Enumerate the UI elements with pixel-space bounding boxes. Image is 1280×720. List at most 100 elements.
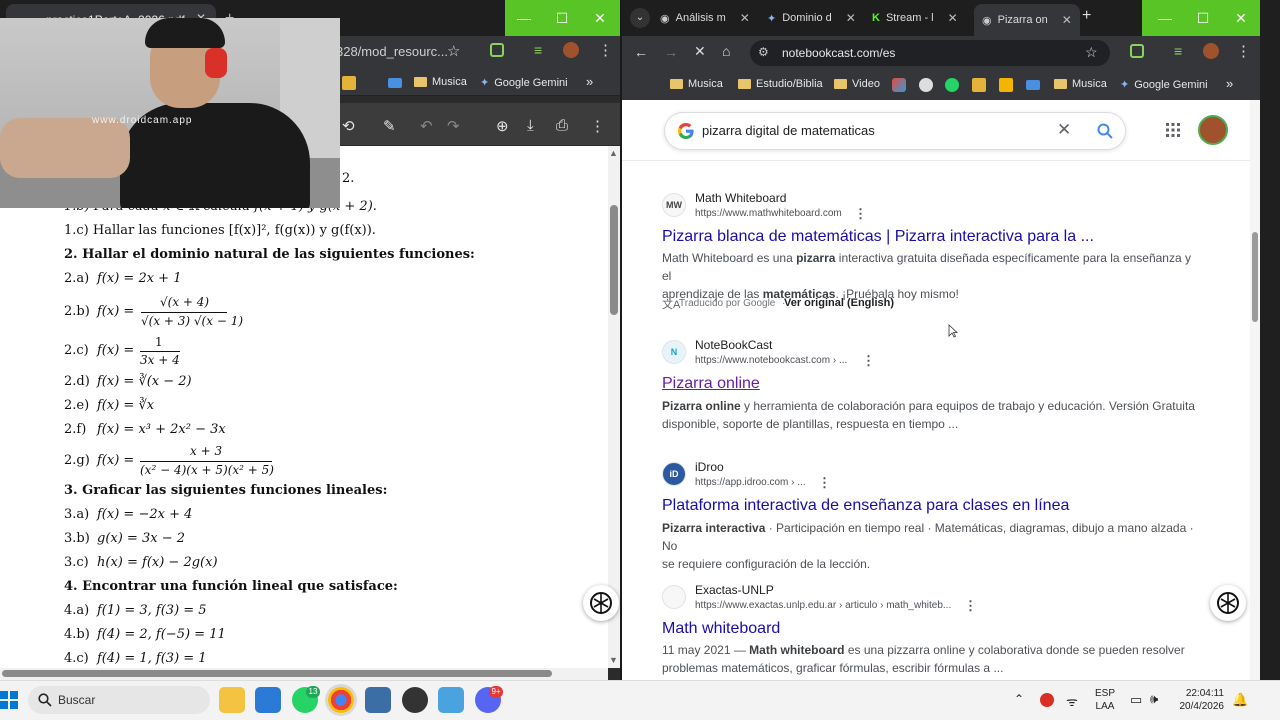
pdf-menu-icon[interactable]: ⋮ <box>590 117 605 135</box>
more-bookmarks-icon[interactable]: » <box>1226 76 1233 91</box>
tab-dominio[interactable]: ✦ Dominio d ✕ <box>767 4 856 32</box>
assistant-button[interactable] <box>1210 585 1246 621</box>
print-icon[interactable]: ⎙ <box>556 117 568 134</box>
volume-icon[interactable]: 🕪 <box>1150 691 1158 707</box>
redo-icon[interactable]: ↷ <box>447 117 460 135</box>
result-more-icon[interactable]: ⋮ <box>854 206 867 222</box>
tray-chevron-icon[interactable]: ⌃ <box>1014 692 1024 706</box>
input-language[interactable]: ESP LAA <box>1090 687 1120 713</box>
computer-icon[interactable] <box>365 687 391 713</box>
minimize-icon[interactable]: — <box>505 0 543 36</box>
more-bookmarks-icon[interactable]: » <box>586 74 593 89</box>
result-site-name[interactable]: iDroo <box>695 460 724 474</box>
result-url[interactable]: https://www.exactas.unlp.edu.ar › articu… <box>695 600 951 611</box>
pdf-hscroll-thumb[interactable] <box>2 670 552 677</box>
obs-icon[interactable] <box>402 687 428 713</box>
blue-folder-icon[interactable] <box>1026 80 1040 90</box>
result-url[interactable]: https://app.idroo.com › ... <box>695 477 806 488</box>
file-explorer-icon[interactable] <box>219 687 245 713</box>
forward-icon[interactable]: → <box>664 44 678 60</box>
tray-network-icon[interactable]: ᯤ <box>1066 692 1078 710</box>
google-apps-icon[interactable] <box>1165 122 1181 138</box>
page-vertical-scrollbar[interactable] <box>1250 100 1260 680</box>
blue-folder-icon[interactable] <box>388 78 402 88</box>
result-title-link[interactable]: Pizarra online <box>662 375 760 393</box>
result-more-icon[interactable]: ⋮ <box>862 353 875 369</box>
drive-icon[interactable] <box>999 78 1013 92</box>
star-bookmark-icon[interactable]: ☆ <box>1085 44 1098 61</box>
tab-list-icon[interactable]: ⌄ <box>630 8 650 28</box>
tab-analisis[interactable]: ◉ Análisis m ✕ <box>660 4 750 32</box>
profile-avatar[interactable] <box>563 42 579 58</box>
result-site-name[interactable]: NoteBookCast <box>695 338 772 352</box>
new-tab-icon[interactable]: + <box>1082 7 1091 25</box>
store-icon[interactable] <box>255 687 281 713</box>
search-icon[interactable] <box>1097 123 1113 139</box>
close-window-icon[interactable]: ✕ <box>1222 0 1260 36</box>
result-title-link[interactable]: Plataforma interactiva de enseñanza para… <box>662 497 1069 515</box>
taskbar-search[interactable] <box>28 686 210 714</box>
tab-pizarra-active[interactable]: ◉ Pizarra on ✕ <box>974 4 1080 36</box>
result-title-link[interactable]: Pizarra blanca de matemáticas | Pizarra … <box>662 228 1094 246</box>
tab-search-icon[interactable]: ≡ <box>1174 43 1182 59</box>
bookmark-musica[interactable]: Musica <box>414 76 467 88</box>
copilot-icon[interactable] <box>892 78 906 92</box>
tab-stream[interactable]: K Stream - l ✕ <box>872 4 958 32</box>
undo-icon[interactable]: ↶ <box>420 117 433 135</box>
view-original-link[interactable]: Ver original (English) <box>784 297 894 309</box>
close-tab-icon[interactable]: ✕ <box>740 11 750 25</box>
whatsapp-icon[interactable] <box>945 78 959 92</box>
close-tab-icon[interactable]: ✕ <box>1062 13 1072 27</box>
profile-avatar[interactable] <box>1203 43 1219 59</box>
draw-icon[interactable]: ✎ <box>383 117 396 135</box>
bookmark-musica[interactable]: Musica <box>670 78 723 90</box>
address-url-text[interactable]: notebookcast.com/es <box>782 46 895 60</box>
close-tab-icon[interactable]: ✕ <box>948 11 958 25</box>
result-url[interactable]: https://www.mathwhiteboard.com <box>695 208 842 219</box>
search-query-text[interactable]: pizarra digital de matematicas <box>702 123 875 138</box>
rotate-icon[interactable]: ⟲ <box>342 117 355 135</box>
extension-icon[interactable] <box>490 43 504 57</box>
stop-loading-icon[interactable]: ✕ <box>694 43 706 60</box>
left-url-text[interactable]: 328/mod_resourc... <box>336 44 448 59</box>
back-icon[interactable]: ← <box>634 44 648 60</box>
webcam-overlay[interactable]: www.droidcam.app <box>0 18 340 208</box>
site-info-icon[interactable]: ⚙ <box>758 45 769 59</box>
taskbar-search-placeholder[interactable]: Buscar <box>58 693 95 707</box>
result-title-link[interactable]: Math whiteboard <box>662 620 780 638</box>
google-account-avatar[interactable] <box>1198 115 1228 145</box>
result-site-name[interactable]: Math Whiteboard <box>695 191 786 205</box>
bookmark-musica-2[interactable]: Musica <box>1054 78 1107 90</box>
taskbar-clock[interactable]: 22:04:11 20/4/2026 <box>1176 687 1225 713</box>
scroll-down-arrow-icon[interactable]: ▼ <box>609 655 618 665</box>
add-text-icon[interactable]: ⊕ <box>496 117 509 135</box>
windows-start-icon[interactable] <box>0 691 18 709</box>
assistant-button[interactable] <box>583 585 619 621</box>
result-url[interactable]: https://www.notebookcast.com › ... <box>695 355 847 366</box>
maximize-icon[interactable]: ☐ <box>543 0 581 36</box>
tray-app-icon[interactable] <box>1040 693 1054 707</box>
result-site-name[interactable]: Exactas-UNLP <box>695 583 774 597</box>
star-bookmark-icon[interactable]: ☆ <box>447 42 460 60</box>
image-icon[interactable] <box>972 78 986 92</box>
page-scroll-thumb[interactable] <box>1252 232 1258 322</box>
menu-kebab-icon[interactable]: ⋮ <box>598 41 613 59</box>
chrome-icon[interactable] <box>328 687 354 713</box>
bookmark-gemini[interactable]: ✦ Google Gemini <box>480 76 568 90</box>
result-more-icon[interactable]: ⋮ <box>964 598 977 614</box>
menu-kebab-icon[interactable]: ⋮ <box>1236 42 1251 60</box>
wifi-icon[interactable]: ▭ <box>1130 692 1142 708</box>
result-more-icon[interactable]: ⋮ <box>818 475 831 491</box>
scroll-up-arrow-icon[interactable]: ▲ <box>609 148 618 158</box>
notifications-icon[interactable]: 🔔 <box>1232 692 1248 708</box>
bookmark-estudio-biblia[interactable]: Estudio/Biblia <box>738 78 823 90</box>
pdf-scroll-thumb[interactable] <box>610 205 618 315</box>
bookmark-video[interactable]: Video <box>834 78 880 90</box>
bookmark-gemini[interactable]: ✦ Google Gemini <box>1120 78 1208 92</box>
extension-icon[interactable] <box>1130 44 1144 58</box>
globe-icon[interactable] <box>919 78 933 92</box>
clear-search-icon[interactable]: ✕ <box>1057 120 1071 140</box>
download-icon[interactable]: ⤓ <box>527 117 534 134</box>
photos-icon[interactable] <box>438 687 464 713</box>
maximize-icon[interactable]: ☐ <box>1184 0 1222 36</box>
